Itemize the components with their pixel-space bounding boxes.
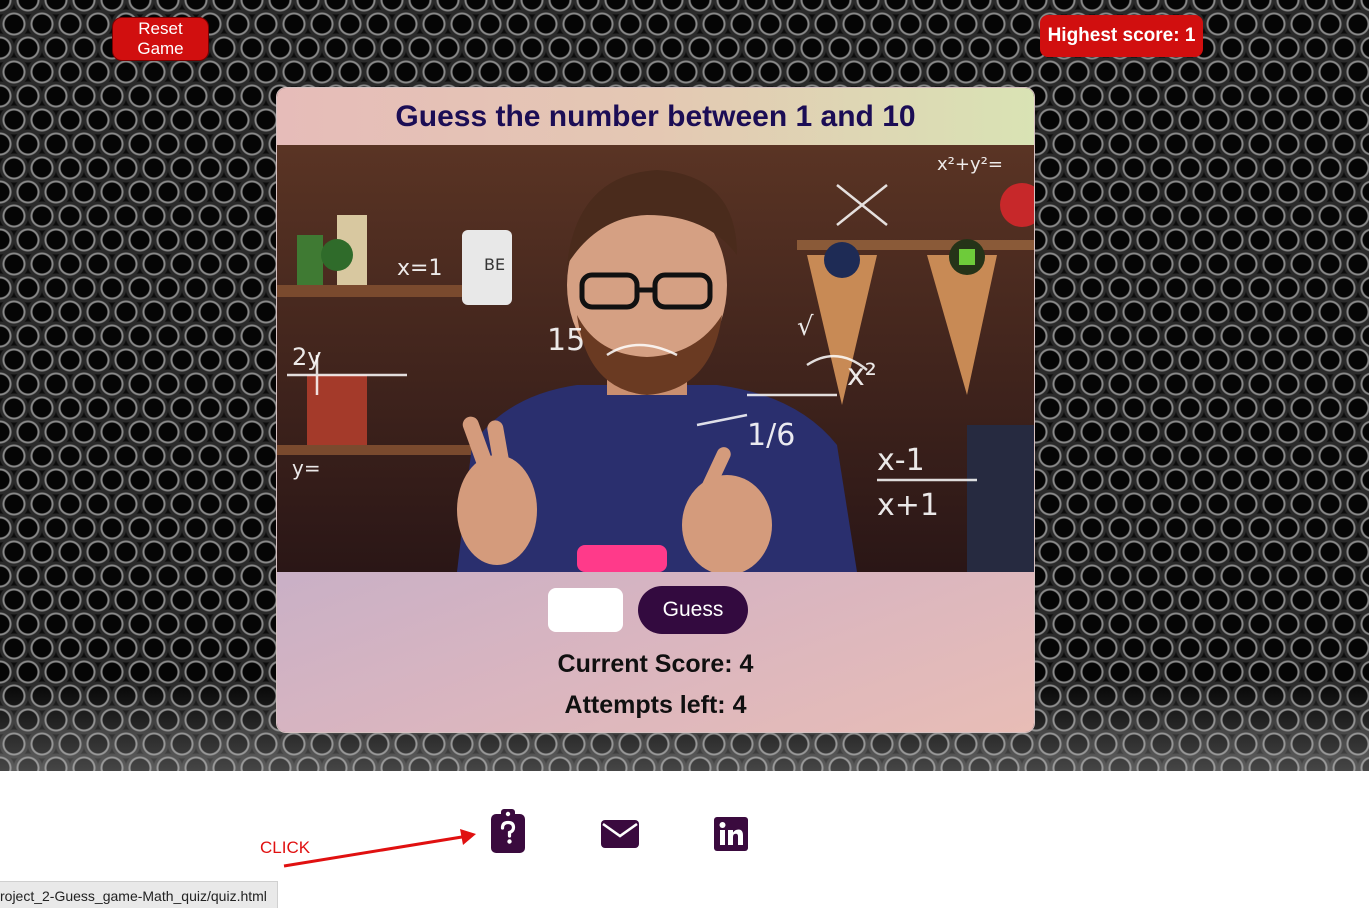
chalk-text: BE xyxy=(484,255,505,274)
game-title: Guess the number between 1 and 10 xyxy=(395,99,916,133)
highest-score-badge: Highest score: 1 xyxy=(1040,15,1203,57)
chalk-text: 1/6 xyxy=(747,418,795,453)
chalk-text: √ xyxy=(797,312,814,342)
game-card-header: Guess the number between 1 and 10 xyxy=(277,88,1034,145)
chalk-text: x+1 xyxy=(877,488,939,523)
chalk-text: 2y xyxy=(292,343,321,371)
page: Reset Game Highest score: 1 Guess the nu… xyxy=(0,0,1369,908)
quiz-clipboard-icon xyxy=(491,809,525,853)
chalk-text: x² xyxy=(847,358,877,393)
chalk-text: x²+y²= xyxy=(937,154,1003,175)
guess-button[interactable]: Guess xyxy=(638,586,748,634)
annotation-arrow-icon xyxy=(283,829,476,868)
reset-game-button[interactable]: Reset Game xyxy=(112,17,209,61)
attempts-left: Attempts left: 4 xyxy=(564,691,747,719)
envelope-icon xyxy=(601,820,639,848)
chalk-text: 15 xyxy=(547,323,585,358)
thinking-man-gif: x²+y²= 2y x=1 15 x² x-1 x+1 1/6 y= √ BE xyxy=(277,145,1034,572)
thinking-man-illustration: x²+y²= 2y x=1 15 x² x-1 x+1 1/6 y= √ BE xyxy=(277,145,1034,572)
email-link[interactable] xyxy=(601,820,639,853)
linkedin-link[interactable] xyxy=(714,817,748,856)
chalk-text: x=1 xyxy=(397,256,442,281)
status-bar-url: roject_2-Guess_game-Math_quiz/quiz.html xyxy=(0,881,278,908)
quiz-link[interactable] xyxy=(490,808,526,859)
linkedin-icon xyxy=(714,817,748,851)
guess-number-input[interactable] xyxy=(548,588,623,632)
chalk-text: y= xyxy=(292,456,321,480)
game-card: Guess the number between 1 and 10 x²+y²=… xyxy=(276,87,1035,733)
game-controls: Guess Current Score: 4 Attempts left: 4 xyxy=(277,572,1034,732)
current-score: Current Score: 4 xyxy=(557,650,754,678)
chalk-text: x-1 xyxy=(877,443,925,478)
